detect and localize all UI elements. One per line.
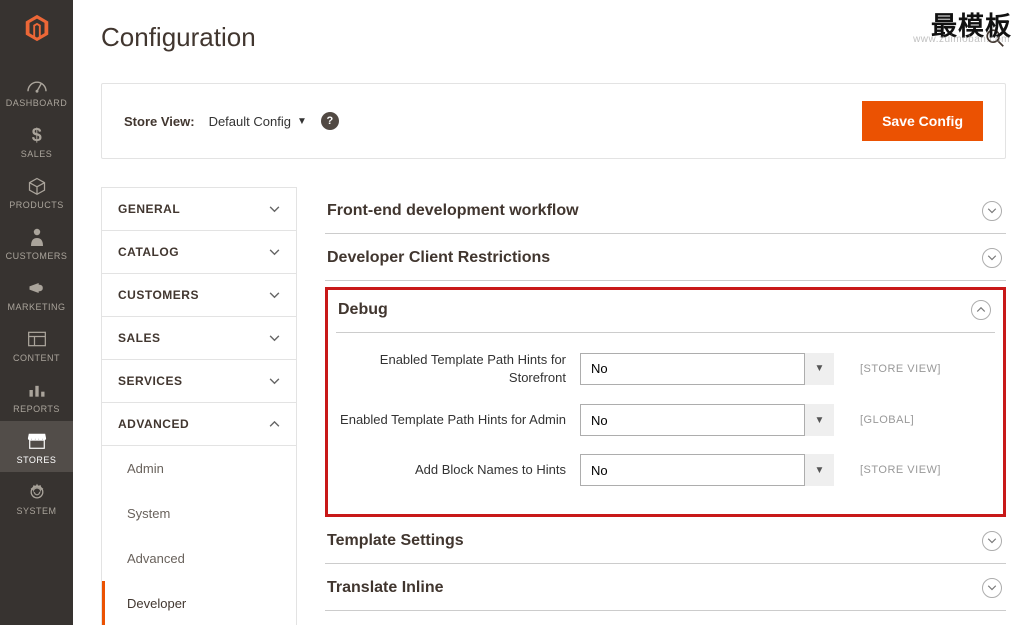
nav-dashboard[interactable]: DASHBOARD — [0, 64, 73, 115]
save-config-button[interactable]: Save Config — [862, 101, 983, 141]
config-sections-panel: GENERAL CATALOG CUSTOMERS SALES SERVICES — [101, 187, 297, 625]
nav-products[interactable]: PRODUCTS — [0, 166, 73, 217]
field-template-hints-storefront: Enabled Template Path Hints for Storefro… — [336, 351, 995, 386]
chevron-down-icon — [268, 332, 280, 344]
scope-label: [STORE VIEW] — [860, 363, 941, 375]
chevron-down-icon — [268, 203, 280, 215]
svg-text:$: $ — [31, 125, 42, 145]
nav-sales[interactable]: $ SALES — [0, 115, 73, 166]
select-template-hints-storefront[interactable]: No — [580, 353, 834, 385]
search-icon[interactable] — [984, 27, 1006, 49]
field-template-hints-admin: Enabled Template Path Hints for Admin No… — [336, 404, 995, 436]
sub-system[interactable]: System — [102, 491, 296, 536]
expand-icon — [982, 201, 1002, 221]
group-template-settings[interactable]: Template Settings — [325, 517, 1006, 564]
group-workflow[interactable]: Front-end development workflow — [325, 187, 1006, 234]
section-general[interactable]: GENERAL — [102, 188, 296, 231]
storeview-bar: Store View: Default Config ▼ ? Save Conf… — [101, 83, 1006, 159]
section-customers[interactable]: CUSTOMERS — [102, 274, 296, 317]
person-icon — [26, 226, 48, 248]
store-icon — [26, 430, 48, 452]
dashboard-icon — [26, 73, 48, 95]
section-catalog[interactable]: CATALOG — [102, 231, 296, 274]
expand-icon — [982, 248, 1002, 268]
group-debug[interactable]: Debug — [336, 290, 995, 333]
nav-content[interactable]: CONTENT — [0, 319, 73, 370]
section-services[interactable]: SERVICES — [102, 360, 296, 403]
sub-advanced[interactable]: Advanced — [102, 536, 296, 581]
section-sales[interactable]: SALES — [102, 317, 296, 360]
admin-sidenav: DASHBOARD $ SALES PRODUCTS CUSTOMERS MAR… — [0, 0, 73, 625]
nav-marketing[interactable]: MARKETING — [0, 268, 73, 319]
chevron-down-icon — [268, 289, 280, 301]
cube-icon — [26, 175, 48, 197]
section-advanced[interactable]: ADVANCED — [102, 403, 296, 446]
scope-label: [STORE VIEW] — [860, 464, 941, 476]
chevron-down-icon — [268, 246, 280, 258]
chevron-down-icon — [268, 375, 280, 387]
storeview-select[interactable]: Default Config ▼ — [209, 114, 307, 129]
sub-admin[interactable]: Admin — [102, 446, 296, 491]
megaphone-icon — [26, 277, 48, 299]
group-js[interactable]: JavaScript Settings — [325, 611, 1006, 625]
gear-icon — [26, 481, 48, 503]
group-restrictions[interactable]: Developer Client Restrictions — [325, 234, 1006, 281]
nav-stores[interactable]: STORES — [0, 421, 73, 472]
dollar-icon: $ — [26, 124, 48, 146]
page-title: Configuration — [101, 22, 256, 53]
debug-highlight: Debug Enabled Template Path Hints for St… — [325, 287, 1006, 517]
chevron-up-icon — [268, 418, 280, 430]
select-block-names[interactable]: No — [580, 454, 834, 486]
layout-icon — [26, 328, 48, 350]
storeview-label: Store View: — [124, 114, 195, 129]
main-content: Configuration Store View: Default Config… — [73, 0, 1024, 625]
group-translate[interactable]: Translate Inline — [325, 564, 1006, 611]
settings-column: Front-end development workflow Developer… — [325, 187, 1006, 625]
sub-developer[interactable]: Developer — [102, 581, 296, 625]
bar-chart-icon — [26, 379, 48, 401]
nav-customers[interactable]: CUSTOMERS — [0, 217, 73, 268]
expand-icon — [982, 531, 1002, 551]
collapse-icon — [971, 300, 991, 320]
nav-system[interactable]: SYSTEM — [0, 472, 73, 523]
select-template-hints-admin[interactable]: No — [580, 404, 834, 436]
field-block-names: Add Block Names to Hints No ▼ [STORE VIE… — [336, 454, 995, 486]
scope-label: [GLOBAL] — [860, 414, 914, 426]
magento-logo-icon — [19, 10, 55, 46]
chevron-down-icon: ▼ — [297, 116, 307, 127]
expand-icon — [982, 578, 1002, 598]
nav-reports[interactable]: REPORTS — [0, 370, 73, 421]
help-icon[interactable]: ? — [321, 112, 339, 130]
